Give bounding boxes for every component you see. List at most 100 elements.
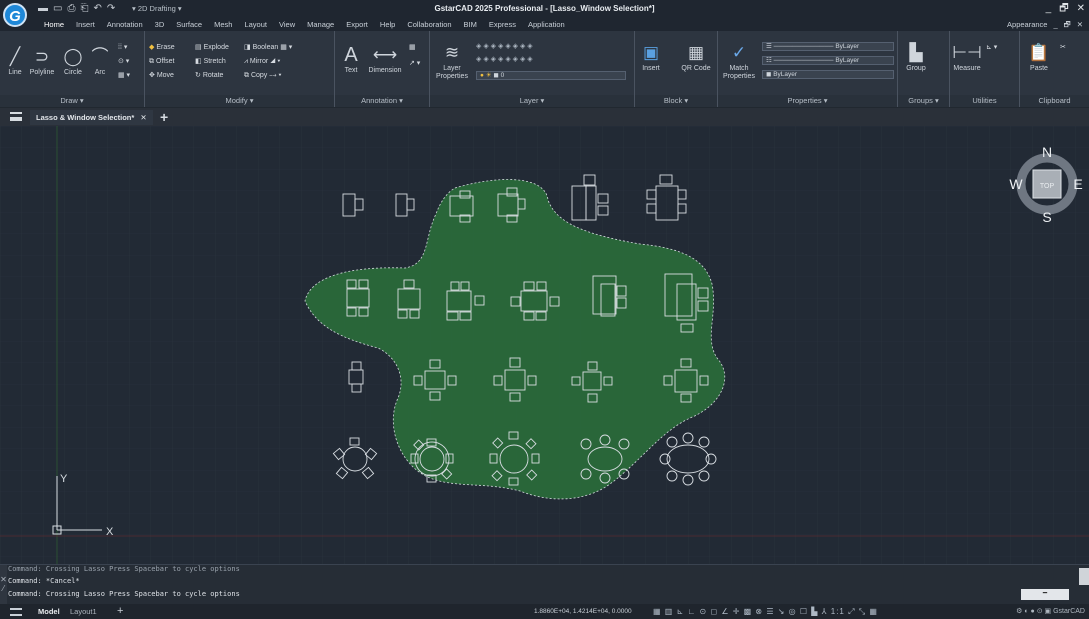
paste-icon: 📋	[1028, 43, 1050, 62]
tab-collaboration[interactable]: Collaboration	[401, 19, 457, 31]
command-window-handle[interactable]: ✕ ⁄	[0, 565, 7, 605]
erase-button[interactable]: ◆ Erase	[149, 43, 175, 53]
cut-icon[interactable]: ✂	[1060, 43, 1066, 53]
offset-button[interactable]: ⧉ Offset	[149, 57, 175, 67]
ribbon-restore-icon[interactable]: 🗗	[1064, 19, 1071, 31]
clipboard-panel: 📋 Paste ✂ Clipboard	[1020, 31, 1089, 107]
compass-s[interactable]: S	[1042, 209, 1051, 225]
layer-dropdown[interactable]: ● ☀ ◼ 0	[476, 71, 626, 80]
cursor-coordinates: 1.8860E+04, 1.4214E+04, 0.0000	[534, 608, 632, 615]
tab-express[interactable]: Express	[483, 19, 522, 31]
layout1-tab[interactable]: Layout1	[70, 604, 97, 619]
tab-annotation[interactable]: Annotation	[101, 19, 149, 31]
paste-button[interactable]: 📋 Paste	[1024, 43, 1054, 73]
groups-panel: ▙ Group Groups ▾	[898, 31, 950, 107]
command-customize-icon[interactable]: ⁄	[0, 584, 7, 593]
qr-code-button[interactable]: ▦ QR Code	[681, 43, 711, 73]
command-close-icon[interactable]: ✕	[0, 575, 7, 584]
layer-tools-row2[interactable]: ◈ ◈ ◈ ◈ ◈ ◈ ◈ ◈	[476, 55, 533, 65]
new-tab-icon[interactable]: +	[160, 108, 168, 126]
status-menu-icon[interactable]	[10, 608, 22, 616]
tab-insert[interactable]: Insert	[70, 19, 101, 31]
compass-w[interactable]: W	[1009, 176, 1023, 192]
measure-button[interactable]: ⊢⊣ Measure	[952, 43, 982, 73]
text-button[interactable]: A Text	[339, 45, 363, 75]
color-dropdown[interactable]: ☰ ───────────── ByLayer	[762, 42, 894, 51]
tab-3d[interactable]: 3D	[149, 19, 171, 31]
tab-home[interactable]: Home	[38, 19, 70, 31]
restore-icon[interactable]: 🗗	[1059, 0, 1068, 18]
ribbon-minimize-icon[interactable]: _	[1053, 19, 1057, 31]
appearance-menu[interactable]: Appearance	[1007, 19, 1047, 31]
dimension-button[interactable]: ⟷ Dimension	[365, 45, 405, 75]
minimize-icon[interactable]: _	[1046, 0, 1052, 18]
utilities-panel: ⊢⊣ Measure ⊾ ▾ Utilities	[950, 31, 1020, 107]
properties-panel-label[interactable]: Properties ▾	[718, 95, 897, 107]
utilities-panel-label[interactable]: Utilities	[950, 95, 1019, 107]
tab-bim[interactable]: BIM	[458, 19, 483, 31]
viewcube-top-label[interactable]: TOP	[1040, 183, 1055, 190]
insert-button[interactable]: ▣ Insert	[639, 43, 663, 73]
utilities-tools[interactable]: ⊾ ▾	[986, 43, 997, 53]
command-input[interactable]: ━	[1021, 589, 1069, 600]
linetype-dropdown[interactable]: ☷ ───────────── ByLayer	[762, 56, 894, 65]
tab-export[interactable]: Export	[340, 19, 374, 31]
add-layout-icon[interactable]: +	[117, 604, 123, 619]
group-button[interactable]: ▙ Group	[902, 43, 930, 73]
ribbon-close-icon[interactable]: ✕	[1077, 19, 1083, 31]
layer-properties-button[interactable]: ≋ Layer Properties	[434, 43, 470, 81]
table-icon[interactable]: ▦	[409, 43, 416, 53]
arc-button[interactable]: ⌒ Arc	[89, 47, 111, 77]
app-logo[interactable]: G	[3, 3, 27, 27]
mirror-button[interactable]: ⩘ Mirror ◢ ▾	[244, 57, 280, 67]
leader-icon[interactable]: ↗ ▾	[409, 59, 420, 69]
compass-n[interactable]: N	[1042, 144, 1052, 160]
tab-help[interactable]: Help	[374, 19, 401, 31]
status-bar: Model Layout1 + 1.8860E+04, 1.4214E+04, …	[0, 604, 1089, 619]
tab-surface[interactable]: Surface	[170, 19, 208, 31]
groups-panel-label[interactable]: Groups ▾	[898, 95, 949, 107]
boolean-button[interactable]: ◨ Boolean ▦ ▾	[244, 43, 292, 53]
hatch-icon[interactable]: ⁞⁞ ▾	[118, 43, 127, 53]
model-tab[interactable]: Model	[38, 604, 60, 619]
draw-panel-label[interactable]: Draw ▾	[0, 95, 144, 107]
tab-mesh[interactable]: Mesh	[208, 19, 238, 31]
line-button[interactable]: ╱ Line	[4, 47, 26, 77]
ribbon: ╱ Line ⊃ Polyline ◯ Circle ⌒ Arc ⁞⁞ ▾ ⊙ ▾ ▦ …	[0, 31, 1089, 107]
region-icon[interactable]: ▦ ▾	[118, 71, 130, 81]
command-history-line-1: Command: Crossing Lasso Press Spacebar t…	[8, 565, 240, 573]
circle-icon: ◯	[63, 47, 83, 66]
tab-view[interactable]: View	[273, 19, 301, 31]
document-tab[interactable]: Lasso & Window Selection* ✕	[30, 110, 153, 125]
drawing-canvas[interactable]: Y X TOP N S E W	[0, 126, 1089, 564]
drafting-toggles[interactable]: ▦ ▥ ⊾ ∟ ⊙ ◻ ∠ ✛ ▩ ⊗ ☰ ↘ ◎ ☐ ▙ ⅄ 1:1 ⤢ ⤡ …	[653, 604, 878, 619]
stretch-button[interactable]: ◧ Stretch	[195, 57, 226, 67]
brand-label: ⚙ ◐ ● ⊙ ▣ GstarCAD	[1016, 608, 1085, 615]
layer-tools-row1[interactable]: ◈ ◈ ◈ ◈ ◈ ◈ ◈ ◈	[476, 42, 533, 52]
explode-button[interactable]: ▤ Explode	[195, 43, 229, 53]
copy-button[interactable]: ⧉ Copy ⤍ ▾	[244, 71, 281, 81]
compass-e[interactable]: E	[1073, 176, 1082, 192]
circle-button[interactable]: ◯ Circle	[60, 47, 86, 77]
clipboard-panel-label[interactable]: Clipboard	[1020, 95, 1089, 107]
brush-icon: ✓	[731, 43, 747, 62]
polyline-button[interactable]: ⊃ Polyline	[27, 47, 57, 77]
block-panel-label[interactable]: Block ▾	[635, 95, 717, 107]
annotation-panel-label[interactable]: Annotation ▾	[335, 95, 429, 107]
command-scrollbar[interactable]	[1079, 568, 1089, 585]
tab-manage[interactable]: Manage	[301, 19, 340, 31]
move-button[interactable]: ✥ Move	[149, 71, 174, 81]
close-icon[interactable]: ✕	[1077, 0, 1085, 18]
tab-layout[interactable]: Layout	[238, 19, 273, 31]
document-tabs: Lasso & Window Selection* ✕ +	[0, 108, 1089, 126]
lineweight-dropdown[interactable]: ◼ ByLayer	[762, 70, 894, 79]
tab-application[interactable]: Application	[522, 19, 571, 31]
menu-icon[interactable]	[10, 112, 22, 121]
modify-panel-label[interactable]: Modify ▾	[145, 95, 334, 107]
match-properties-button[interactable]: ✓ Match Properties	[722, 43, 756, 81]
command-prompt[interactable]: Command: Crossing Lasso Press Spacebar t…	[8, 590, 240, 598]
layer-panel-label[interactable]: Layer ▾	[430, 95, 634, 107]
rectangle-icon[interactable]: ⊙ ▾	[118, 57, 129, 67]
rotate-button[interactable]: ↻ Rotate	[195, 71, 223, 81]
tab-close-icon[interactable]: ✕	[140, 113, 146, 122]
